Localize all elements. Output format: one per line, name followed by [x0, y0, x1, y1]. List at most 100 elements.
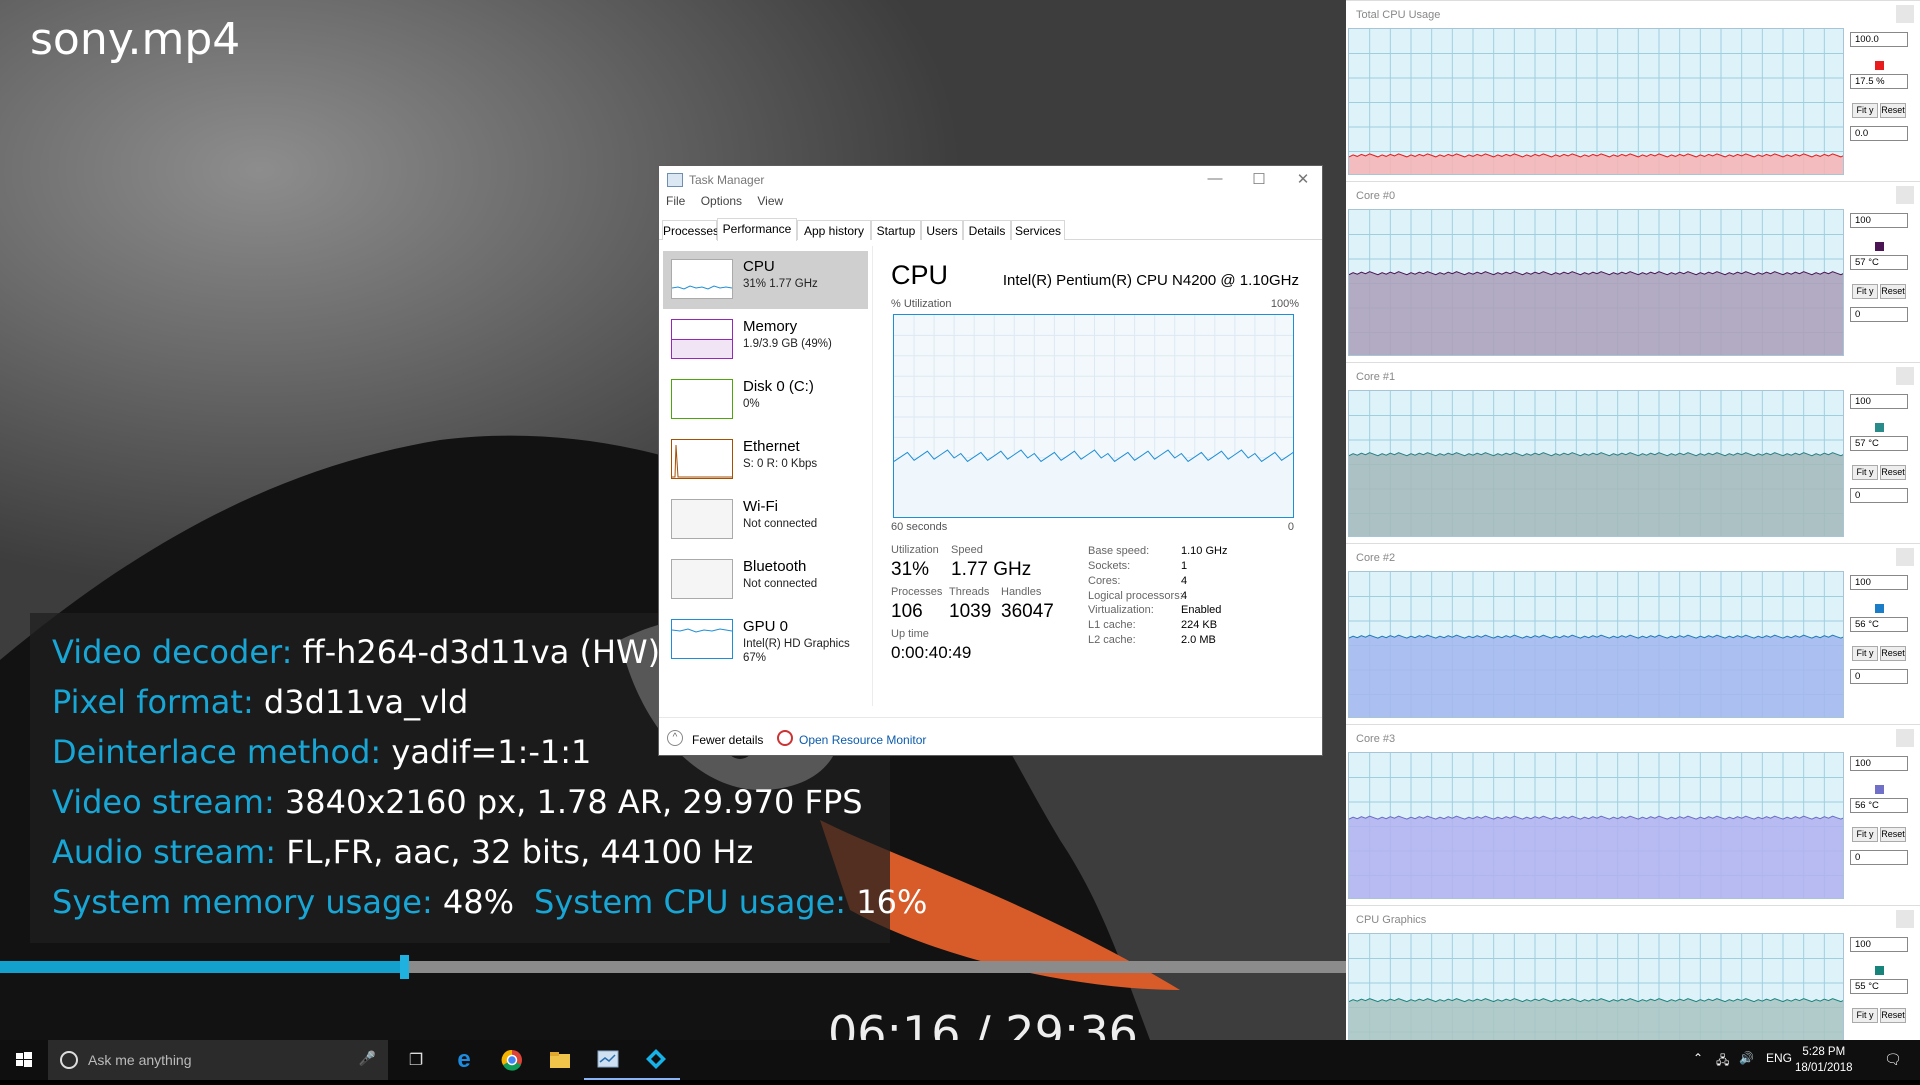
graph-panel: Core #1 100 57 °C Fit y Reset 0	[1346, 362, 1920, 542]
reset-button[interactable]: Reset	[1880, 103, 1906, 118]
series-area	[1349, 816, 1843, 898]
osd-value: ff-h264-d3d11va (HW)	[302, 633, 661, 671]
graph-time-label: 60 seconds	[891, 521, 948, 533]
sidebar-item-ethernet[interactable]: Ethernet S: 0 R: 0 Kbps	[663, 431, 868, 489]
close-icon[interactable]: ✕	[1290, 170, 1316, 190]
max-field[interactable]: 100	[1850, 937, 1908, 952]
series-color-swatch[interactable]	[1875, 604, 1884, 613]
reset-button[interactable]: Reset	[1880, 284, 1906, 299]
min-field[interactable]: 0	[1850, 669, 1908, 684]
tab-app-history[interactable]: App history	[797, 220, 871, 240]
graph-controls: 100.0 17.5 % Fit y Reset 0.0	[1846, 28, 1910, 178]
min-field[interactable]: 0.0	[1850, 126, 1908, 141]
min-field[interactable]: 0	[1850, 850, 1908, 865]
close-icon[interactable]	[1896, 729, 1914, 747]
title-bar[interactable]: Task Manager — ☐ ✕	[659, 166, 1322, 194]
graph-controls: 100 57 °C Fit y Reset 0	[1846, 390, 1910, 540]
sidebar-item-bluetooth[interactable]: Bluetooth Not connected	[663, 551, 868, 609]
sidebar-item-wifi[interactable]: Wi-Fi Not connected	[663, 491, 868, 549]
search-box[interactable]: Ask me anything 🎤	[48, 1040, 388, 1080]
max-field[interactable]: 100	[1850, 575, 1908, 590]
sidebar-item-disk[interactable]: Disk 0 (C:) 0%	[663, 371, 868, 429]
fewer-details-link[interactable]: Fewer details	[692, 733, 763, 747]
menu-file[interactable]: File	[666, 194, 685, 208]
stat-label: Up time	[891, 628, 929, 640]
close-icon[interactable]	[1896, 5, 1914, 23]
sidebar-item-detail: Not connected	[743, 518, 818, 530]
task-manager-taskbar-icon[interactable]	[584, 1040, 632, 1080]
fit-y-button[interactable]: Fit y	[1852, 465, 1878, 480]
max-field[interactable]: 100	[1850, 213, 1908, 228]
max-field[interactable]: 100	[1850, 756, 1908, 771]
series-color-swatch[interactable]	[1875, 242, 1884, 251]
start-button[interactable]	[0, 1040, 48, 1080]
language-indicator[interactable]: ENG	[1766, 1051, 1792, 1065]
tab-users[interactable]: Users	[921, 220, 963, 240]
file-explorer-icon[interactable]	[536, 1040, 584, 1080]
fit-y-button[interactable]: Fit y	[1852, 284, 1878, 299]
resource-monitor-icon[interactable]	[777, 730, 793, 746]
osd-key: Video decoder:	[52, 633, 293, 671]
max-field[interactable]: 100	[1850, 394, 1908, 409]
reset-button[interactable]: Reset	[1880, 827, 1906, 842]
video-filename: sony.mp4	[30, 14, 241, 65]
close-icon[interactable]	[1896, 367, 1914, 385]
max-field[interactable]: 100.0	[1850, 32, 1908, 47]
chevron-up-icon[interactable]: ⌃	[1693, 1051, 1703, 1065]
spec-label: Base speed:	[1088, 545, 1150, 557]
fit-y-button[interactable]: Fit y	[1852, 103, 1878, 118]
task-manager-window[interactable]: Task Manager — ☐ ✕ File Options View Pro…	[658, 165, 1323, 756]
menu-options[interactable]: Options	[701, 194, 742, 208]
fit-y-button[interactable]: Fit y	[1852, 827, 1878, 842]
clock[interactable]: 5:28 PM 18/01/2018	[1795, 1044, 1853, 1076]
microphone-icon[interactable]: 🎤	[359, 1050, 376, 1067]
fit-y-button[interactable]: Fit y	[1852, 1008, 1878, 1023]
stat-processes: 106	[891, 601, 923, 622]
tab-startup[interactable]: Startup	[871, 220, 921, 240]
sidebar-item-cpu[interactable]: CPU 31% 1.77 GHz	[663, 251, 868, 309]
graph-panel: Core #0 100 57 °C Fit y Reset 0	[1346, 181, 1920, 361]
close-icon[interactable]	[1896, 910, 1914, 928]
chrome-icon[interactable]	[488, 1040, 536, 1080]
graph-controls: 100 56 °C Fit y Reset 0	[1846, 571, 1910, 721]
series-color-swatch[interactable]	[1875, 966, 1884, 975]
window-title: Task Manager	[689, 173, 765, 187]
series-color-swatch[interactable]	[1875, 423, 1884, 432]
tab-performance[interactable]: Performance	[717, 218, 797, 241]
tab-services[interactable]: Services	[1011, 220, 1065, 240]
usage-graph	[1348, 752, 1844, 899]
open-resource-monitor-link[interactable]: Open Resource Monitor	[799, 733, 926, 747]
chevron-up-icon[interactable]: ^	[667, 730, 683, 746]
current-value: 57 °C	[1850, 436, 1908, 451]
sidebar-item-gpu[interactable]: GPU 0 Intel(R) HD Graphics 67%	[663, 611, 868, 669]
reset-button[interactable]: Reset	[1880, 646, 1906, 661]
osd-key: System CPU usage:	[534, 883, 847, 921]
sidebar-item-memory[interactable]: Memory 1.9/3.9 GB (49%)	[663, 311, 868, 369]
task-manager-icon	[667, 173, 683, 187]
fit-y-button[interactable]: Fit y	[1852, 646, 1878, 661]
series-color-swatch[interactable]	[1875, 61, 1884, 70]
network-icon[interactable]: 🖧	[1716, 1051, 1729, 1072]
tab-processes[interactable]: Processes	[662, 220, 719, 240]
kodi-icon[interactable]	[632, 1040, 680, 1080]
reset-button[interactable]: Reset	[1880, 465, 1906, 480]
close-icon[interactable]	[1896, 548, 1914, 566]
sidebar-item-name: CPU	[743, 258, 775, 275]
menu-view[interactable]: View	[757, 194, 783, 208]
reset-button[interactable]: Reset	[1880, 1008, 1906, 1023]
notifications-icon[interactable]: 🗨	[1884, 1051, 1902, 1068]
perf-sidebar: CPU 31% 1.77 GHz Memory 1.9/3.9 GB (49%)…	[663, 251, 868, 701]
tab-details[interactable]: Details	[963, 220, 1011, 240]
min-field[interactable]: 0	[1850, 488, 1908, 503]
series-color-swatch[interactable]	[1875, 785, 1884, 794]
graph-max-label: 100%	[1270, 298, 1299, 310]
edge-browser-icon[interactable]: e	[440, 1040, 488, 1080]
seek-handle[interactable]	[399, 955, 409, 979]
task-view-icon[interactable]: ❐	[392, 1040, 440, 1080]
tab-strip: Processes Performance App history Startu…	[659, 218, 1322, 241]
maximize-icon[interactable]: ☐	[1246, 170, 1272, 190]
close-icon[interactable]	[1896, 186, 1914, 204]
min-field[interactable]: 0	[1850, 307, 1908, 322]
minimize-icon[interactable]: —	[1202, 170, 1228, 190]
volume-icon[interactable]: 🔊	[1739, 1051, 1754, 1065]
